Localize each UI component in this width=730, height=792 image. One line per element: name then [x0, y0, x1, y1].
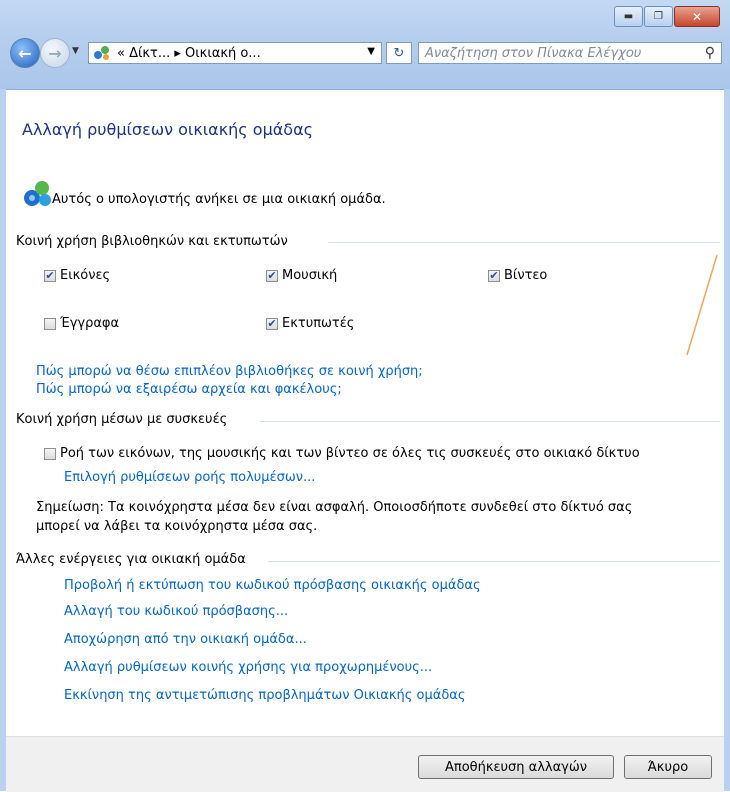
other-actions-heading: Άλλες ενέργειες για οικιακή ομάδα [16, 552, 246, 567]
arrow-right-icon: → [48, 43, 62, 63]
forward-button[interactable]: → [40, 38, 70, 68]
checkbox-videos[interactable]: ✔ Βίντεο [488, 268, 547, 283]
note-line: Σημείωση: Τα κοινόχρηστα μέσα δεν είναι … [36, 500, 633, 515]
checkbox-label: Ροή των εικόνων, της μουσικής και των βί… [60, 446, 640, 461]
check-icon: ✔ [44, 269, 56, 282]
minimize-button[interactable]: ▬ [614, 6, 643, 27]
empty-checkbox-icon [44, 317, 56, 330]
link-leave-homegroup[interactable]: Αποχώρηση από την οικιακή ομάδα... [64, 632, 307, 647]
window-chrome: ▬ ❐ ✕ ← → ▼ « Δίκτ... ▸ Οικιακή ο... ▼ ↻… [0, 0, 730, 90]
media-heading: Κοινή χρήση μέσων με συσκευές [16, 412, 228, 427]
address-breadcrumb[interactable]: « Δίκτ... ▸ Οικιακή ο... [117, 46, 261, 61]
link-view-print-password[interactable]: Προβολή ή εκτύπωση του κωδικού πρόσβασης… [64, 578, 481, 593]
checkbox-label: Εκτυπωτές [282, 316, 355, 331]
footer-bar: Αποθήκευση αλλαγών Άκυρο [6, 736, 724, 792]
link-media-streaming-options[interactable]: Επιλογή ρυθμίσεων ροής πολυμέσων... [64, 470, 315, 485]
checkbox-stream-media[interactable]: Ροή των εικόνων, της μουσικής και των βί… [44, 446, 640, 461]
checkbox-label: Μουσική [282, 268, 338, 283]
search-input[interactable]: Αναζήτηση στον Πίνακα Ελέγχου ⚲ [418, 42, 722, 64]
page-title: Αλλαγή ρυθμίσεων οικιακής ομάδας [22, 120, 314, 139]
libraries-heading: Κοινή χρήση βιβλιοθηκών και εκτυπωτών [16, 234, 288, 249]
annotation-line [686, 254, 718, 356]
link-advanced-sharing[interactable]: Αλλαγή ρυθμίσεων κοινής χρήσης για προχω… [64, 660, 432, 675]
checkbox-label: Βίντεο [504, 268, 548, 283]
search-placeholder: Αναζήτηση στον Πίνακα Ελέγχου [425, 45, 642, 61]
checkbox-printers[interactable]: ✔ Εκτυπωτές [266, 316, 354, 331]
search-icon[interactable]: ⚲ [705, 45, 715, 61]
other-actions-separator [268, 561, 720, 562]
address-dropdown-icon[interactable]: ▼ [367, 46, 375, 57]
address-bar[interactable]: « Δίκτ... ▸ Οικιακή ο... ▼ [88, 42, 382, 64]
close-button[interactable]: ✕ [674, 6, 720, 27]
checkbox-label: Εικόνες [60, 268, 111, 283]
checkbox-documents[interactable]: Έγγραφα [44, 316, 119, 331]
check-icon: ✔ [266, 317, 278, 330]
security-note: Σημείωση: Τα κοινόχρηστα μέσα δεν είναι … [36, 498, 696, 536]
link-troubleshooter[interactable]: Εκκίνηση της αντιμετώπισης προβλημάτων Ο… [64, 688, 466, 703]
arrow-left-icon: ← [18, 43, 32, 63]
check-icon: ✔ [266, 269, 278, 282]
libraries-separator [328, 242, 720, 243]
control-panel-window: ▬ ❐ ✕ ← → ▼ « Δίκτ... ▸ Οικιακή ο... ▼ ↻… [0, 0, 730, 792]
refresh-button[interactable]: ↻ [386, 42, 412, 64]
control-panel-icon [93, 45, 111, 61]
checkbox-label: Έγγραφα [60, 316, 120, 331]
content-panel: Αλλαγή ρυθμίσεων οικιακής ομάδας Αυτός ο… [6, 90, 724, 736]
homegroup-icon [22, 178, 54, 210]
checkbox-music[interactable]: ✔ Μουσική [266, 268, 337, 283]
link-exclude-files[interactable]: Πώς μπορώ να εξαιρέσω αρχεία και φακέλου… [36, 382, 342, 397]
checkbox-pictures[interactable]: ✔ Εικόνες [44, 268, 110, 283]
chevron-down-icon: ▼ [72, 46, 79, 56]
back-button[interactable]: ← [10, 38, 40, 68]
note-line: μπορεί να λάβει τα κοινόχρηστα μέσα σας. [36, 519, 318, 534]
window-right-frame [724, 89, 730, 791]
link-change-password[interactable]: Αλλαγή του κωδικού πρόσβασης... [64, 604, 288, 619]
membership-status: Αυτός ο υπολογιστής ανήκει σε μια οικιακ… [52, 192, 386, 207]
window-buttons: ▬ ❐ ✕ [613, 6, 720, 27]
check-icon: ✔ [488, 269, 500, 282]
maximize-button[interactable]: ❐ [644, 6, 673, 27]
link-share-more-libraries[interactable]: Πώς μπορώ να θέσω επιπλέον βιβλιοθήκες σ… [36, 364, 423, 379]
refresh-icon: ↻ [393, 45, 405, 61]
save-button[interactable]: Αποθήκευση αλλαγών [418, 755, 614, 779]
empty-checkbox-icon [44, 447, 56, 460]
navigation-bar: ← → ▼ « Δίκτ... ▸ Οικιακή ο... ▼ ↻ Αναζή… [6, 37, 724, 71]
recent-pages-dropdown[interactable]: ▼ [72, 46, 79, 56]
cancel-button[interactable]: Άκυρο [624, 755, 712, 779]
media-separator [260, 421, 720, 422]
